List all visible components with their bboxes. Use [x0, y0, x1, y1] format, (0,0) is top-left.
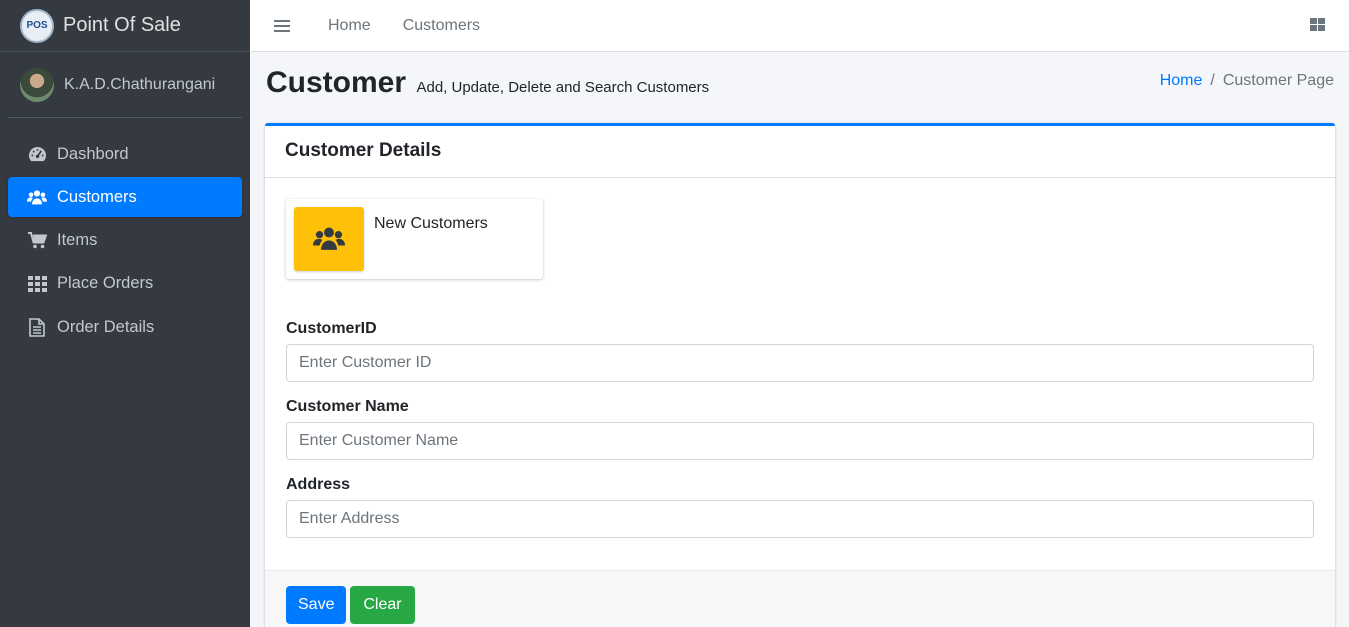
customer-name-input[interactable] [286, 422, 1314, 460]
brand-link[interactable]: POS Point Of Sale [0, 0, 250, 52]
save-button[interactable]: Save [286, 586, 346, 624]
brand-name: Point Of Sale [63, 14, 181, 36]
sidebar-item-label: Items [57, 231, 98, 250]
customer-id-label: CustomerID [286, 320, 377, 337]
address-input[interactable] [286, 500, 1314, 538]
nav-link-home[interactable]: Home [328, 17, 371, 35]
grid-icon [27, 274, 47, 294]
sidebar-item-label: Order Details [57, 317, 155, 336]
brand-logo: POS [20, 8, 54, 43]
breadcrumb-current: Customer Page [1222, 72, 1334, 89]
sidebar-item-place-orders[interactable]: Place Orders [8, 264, 242, 304]
sidebar-item-order-details[interactable]: Order Details [8, 307, 242, 347]
customer-id-input[interactable] [286, 344, 1314, 382]
nav-link-customers[interactable]: Customers [403, 17, 480, 35]
sidebar-item-label: Place Orders [57, 274, 154, 293]
tachometer-icon [27, 144, 47, 164]
customer-id-group: CustomerID [286, 320, 1314, 382]
sidebar-item-label: Dashbord [57, 144, 129, 163]
card-title: Customer Details [285, 140, 442, 161]
menu-toggle-icon[interactable] [274, 17, 290, 35]
address-group: Address [286, 476, 1314, 538]
customer-name-label: Customer Name [286, 398, 409, 415]
sidebar-item-label: Customers [57, 187, 137, 206]
sidebar-item-customers[interactable]: Customers [8, 177, 242, 218]
address-label: Address [286, 476, 351, 493]
customer-name-group: Customer Name [286, 398, 1314, 460]
info-box-label: New Customers [374, 215, 488, 232]
card-header: Customer Details [265, 126, 1335, 178]
users-icon [294, 207, 364, 271]
user-panel[interactable]: K.A.D.Chathurangani [8, 52, 242, 118]
sidebar-item-dashboard[interactable]: Dashbord [8, 134, 242, 174]
breadcrumb-separator: / [1210, 72, 1215, 89]
breadcrumb-home-link[interactable]: Home [1160, 72, 1203, 89]
card-footer: Save Clear [265, 570, 1335, 627]
top-navbar: Home Customers [250, 0, 1349, 52]
breadcrumb: Home / Customer Page [1160, 72, 1334, 90]
sidebar-nav: Dashbord Customers Items Place Orders Or… [0, 134, 250, 347]
main-sidebar: POS Point Of Sale K.A.D.Chathurangani Da… [0, 0, 250, 627]
content-header: Customer Add, Update, Delete and Search … [266, 66, 1334, 106]
avatar [20, 67, 54, 102]
page-subtitle: Add, Update, Delete and Search Customers [416, 79, 710, 96]
sidebar-item-items[interactable]: Items [8, 221, 242, 261]
user-name: K.A.D.Chathurangani [64, 75, 216, 93]
apps-grid-icon[interactable] [1310, 18, 1325, 31]
page-title: Customer [266, 66, 407, 99]
users-icon [27, 187, 47, 207]
customer-details-card: Customer Details New Customers CustomerI… [265, 123, 1335, 627]
new-customers-info-box: New Customers [286, 199, 543, 279]
clear-button[interactable]: Clear [350, 586, 415, 624]
cart-icon [27, 231, 47, 251]
document-icon [27, 317, 47, 337]
